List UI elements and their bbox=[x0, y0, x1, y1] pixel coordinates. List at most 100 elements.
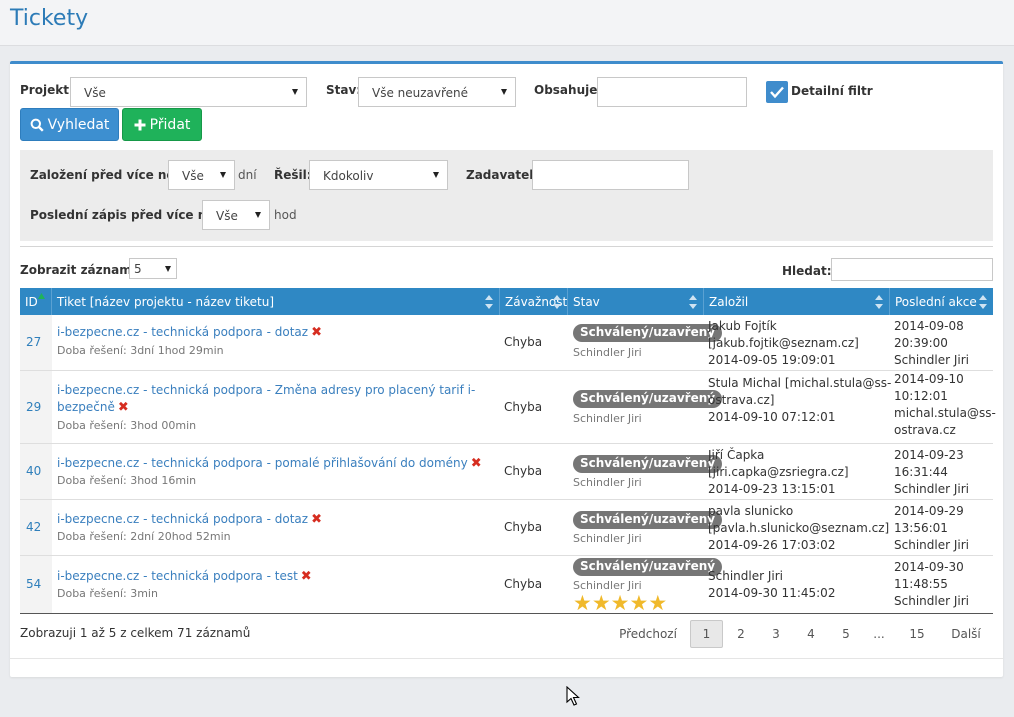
table-row[interactable]: 54 i-bezpecne.cz - technická podpora - t… bbox=[20, 556, 993, 614]
star-icon: ★ bbox=[629, 591, 649, 615]
star-icon: ★ bbox=[591, 591, 611, 615]
detail-filter-label: Detailní filtr bbox=[791, 84, 873, 98]
created-by-name: Jiří Čapka bbox=[708, 448, 765, 462]
ticket-title: i-bezpecne.cz - technická podpora - test bbox=[57, 569, 298, 583]
ticket-id-link[interactable]: 27 bbox=[26, 335, 41, 349]
column-header-severity[interactable]: Závažnost bbox=[500, 288, 568, 315]
created-at: 2014-09-10 07:12:01 bbox=[708, 410, 836, 424]
ticket-title-link[interactable]: i-bezpecne.cz - technická podpora - dota… bbox=[57, 324, 322, 341]
ticket-title-link[interactable]: i-bezpecne.cz - technická podpora - poma… bbox=[57, 455, 482, 472]
table-row[interactable]: 27 i-bezpecne.cz - technická podpora - d… bbox=[20, 315, 993, 371]
ticket-id-link[interactable]: 40 bbox=[26, 464, 41, 478]
pager-page[interactable]: 5 bbox=[831, 620, 861, 648]
created-by: Stula Michal [michal.stula@ss- ostrava.c… bbox=[708, 375, 891, 426]
delete-icon[interactable]: ✖ bbox=[301, 568, 312, 585]
solver-name: Schindler Jiri bbox=[573, 532, 642, 545]
last-action-date: 2014-09-29 bbox=[894, 504, 964, 518]
pager-page[interactable]: 1 bbox=[690, 620, 723, 648]
search-button-label: Vyhledat bbox=[47, 116, 110, 133]
detail-filter-checkbox[interactable] bbox=[766, 81, 788, 103]
solver-select[interactable]: Kdokoliv bbox=[309, 160, 448, 190]
delete-icon[interactable]: ✖ bbox=[311, 511, 322, 528]
pager-page[interactable]: 15 bbox=[900, 620, 934, 648]
last-entry-label: Poslední zápis před více než: bbox=[30, 208, 227, 222]
sort-icon bbox=[553, 295, 561, 309]
status-select[interactable]: Vše neuzavřené bbox=[358, 77, 516, 107]
project-label: Projekt: bbox=[20, 83, 74, 97]
table-row[interactable]: 29 i-bezpecne.cz - technická podpora - Z… bbox=[20, 371, 996, 444]
column-header-ticket[interactable]: Tiket [název projektu - název tiketu] bbox=[52, 288, 500, 315]
search-button[interactable]: Vyhledat bbox=[20, 108, 119, 141]
created-at: 2014-09-05 19:09:01 bbox=[708, 353, 836, 367]
pager-page[interactable]: 2 bbox=[726, 620, 756, 648]
ticket-title-link[interactable]: i-bezpecne.cz - technická podpora - dota… bbox=[57, 511, 322, 528]
ticket-title-continued: bezpečně bbox=[57, 400, 115, 414]
table-search-input[interactable] bbox=[831, 258, 993, 281]
last-action: 2014-09-29 13:56:01 Schindler Jiri bbox=[894, 503, 969, 554]
created-by: Jakub Fojtík [jakub.fojtik@seznam.cz] 20… bbox=[708, 318, 859, 369]
page-title: Tickety bbox=[10, 6, 89, 31]
status-badge: Schválený/uzavřený bbox=[573, 390, 723, 408]
column-header-created-by-label: Založil bbox=[709, 295, 749, 309]
created-by-email: [pavla.h.slunicko@seznam.cz] bbox=[708, 521, 890, 535]
ticket-id-link[interactable]: 29 bbox=[26, 400, 41, 414]
column-header-id-label: ID bbox=[25, 295, 38, 309]
created-by-name: Schindler Jiri bbox=[708, 569, 783, 583]
solver-name: Schindler Jiri bbox=[573, 476, 642, 489]
pager-page[interactable]: 3 bbox=[761, 620, 791, 648]
created-by-email: [jiri.capka@zsriegra.cz] bbox=[708, 465, 849, 479]
column-header-status[interactable]: Stav bbox=[568, 288, 704, 315]
last-action: 2014-09-23 16:31:44 Schindler Jiri bbox=[894, 447, 969, 498]
last-action-user: michal.stula@ss- bbox=[894, 406, 996, 420]
status-badge: Schválený/uzavřený bbox=[573, 455, 723, 473]
created-by-name: pavla slunicko bbox=[708, 504, 794, 518]
ticket-title-link[interactable]: i-bezpecne.cz - technická podpora - test… bbox=[57, 568, 312, 585]
ticket-id-link[interactable]: 54 bbox=[26, 577, 41, 591]
show-entries-select[interactable]: 5 bbox=[129, 258, 177, 279]
add-button-label: Přidat bbox=[149, 116, 191, 133]
chevron-down-icon bbox=[501, 89, 507, 95]
pager-page[interactable]: 4 bbox=[796, 620, 826, 648]
last-action-user: Schindler Jiri bbox=[894, 482, 969, 496]
pager-previous[interactable]: Předchozí bbox=[610, 620, 686, 648]
divider bbox=[20, 246, 993, 247]
column-header-created-by[interactable]: Založil bbox=[704, 288, 890, 315]
last-action-time: 10:12:01 bbox=[894, 389, 948, 403]
last-entry-unit: hod bbox=[274, 208, 297, 222]
delete-icon[interactable]: ✖ bbox=[118, 399, 129, 416]
chevron-down-icon bbox=[292, 89, 298, 95]
requester-label: Zadavatel: bbox=[466, 168, 539, 182]
column-header-id[interactable]: ID bbox=[20, 288, 52, 315]
ticket-duration: Doba řešení: 2dní 20hod 52min bbox=[57, 530, 231, 543]
column-header-last-action-label: Poslední akce bbox=[895, 295, 977, 309]
project-select[interactable]: Vše bbox=[70, 77, 307, 107]
requester-input[interactable] bbox=[532, 160, 689, 190]
delete-icon[interactable]: ✖ bbox=[311, 324, 322, 341]
table-row[interactable]: 42 i-bezpecne.cz - technická podpora - d… bbox=[20, 500, 993, 556]
sort-asc-icon bbox=[38, 293, 45, 299]
contains-input[interactable] bbox=[597, 77, 747, 107]
status-badge: Schválený/uzavřený bbox=[573, 324, 723, 342]
status-badge: Schválený/uzavřený bbox=[573, 511, 723, 529]
pager-next[interactable]: Další bbox=[946, 620, 986, 648]
last-action: 2014-09-08 20:39:00 Schindler Jiri bbox=[894, 318, 969, 369]
add-button[interactable]: Přidat bbox=[122, 108, 202, 141]
star-icon: ★ bbox=[648, 591, 668, 615]
ticket-title: i-bezpecne.cz - technická podpora - Změn… bbox=[57, 383, 476, 397]
status-label: Stav: bbox=[326, 83, 362, 97]
table-row[interactable]: 40 i-bezpecne.cz - technická podpora - p… bbox=[20, 444, 993, 500]
chevron-down-icon bbox=[255, 212, 261, 218]
severity: Chyba bbox=[504, 464, 543, 478]
ticket-id-link[interactable]: 42 bbox=[26, 520, 41, 534]
column-header-last-action[interactable]: Poslední akce bbox=[890, 288, 993, 315]
delete-icon[interactable]: ✖ bbox=[471, 455, 482, 472]
project-select-value: Vše bbox=[84, 86, 106, 100]
last-entry-select[interactable]: Vše bbox=[202, 200, 270, 230]
solver-name: Schindler Jiri bbox=[573, 346, 642, 359]
last-action-date: 2014-09-30 bbox=[894, 560, 964, 574]
ticket-title-link[interactable]: i-bezpecne.cz - technická podpora - Změn… bbox=[57, 382, 477, 416]
status-select-value: Vše neuzavřené bbox=[372, 86, 469, 100]
created-by: Schindler Jiri 2014-09-30 11:45:02 bbox=[708, 568, 835, 602]
created-before-select[interactable]: Vše bbox=[168, 160, 235, 190]
column-header-status-label: Stav bbox=[573, 295, 600, 309]
